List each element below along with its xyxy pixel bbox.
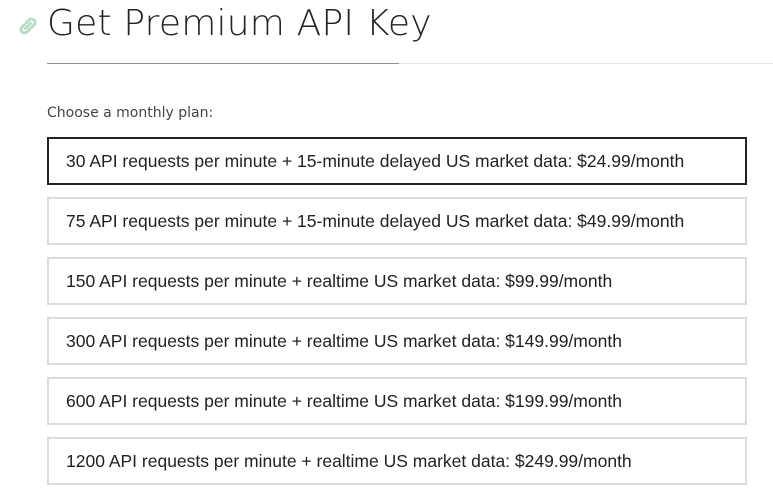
plan-option-600[interactable]: 600 API requests per minute + realtime U… (47, 377, 747, 425)
plan-select-label: Choose a monthly plan: (47, 105, 214, 121)
plan-option-label: 30 API requests per minute + 15-minute d… (66, 150, 685, 171)
plan-options-list: 30 API requests per minute + 15-minute d… (47, 137, 747, 497)
plan-option-300[interactable]: 300 API requests per minute + realtime U… (47, 317, 747, 365)
plan-option-label: 75 API requests per minute + 15-minute d… (66, 210, 685, 231)
page-header: Get Premium API Key (0, 0, 773, 66)
plan-option-75[interactable]: 75 API requests per minute + 15-minute d… (47, 197, 747, 245)
plan-option-150[interactable]: 150 API requests per minute + realtime U… (47, 257, 747, 305)
plan-option-1200[interactable]: 1200 API requests per minute + realtime … (47, 437, 747, 485)
page-title: Get Premium API Key (47, 3, 432, 44)
plan-option-label: 150 API requests per minute + realtime U… (66, 270, 613, 291)
plan-option-label: 1200 API requests per minute + realtime … (66, 450, 632, 471)
plan-option-30[interactable]: 30 API requests per minute + 15-minute d… (47, 137, 747, 185)
plan-option-label: 600 API requests per minute + realtime U… (66, 390, 622, 411)
link-icon[interactable] (16, 14, 40, 38)
plan-option-label: 300 API requests per minute + realtime U… (66, 330, 622, 351)
title-divider-accent (47, 63, 399, 64)
